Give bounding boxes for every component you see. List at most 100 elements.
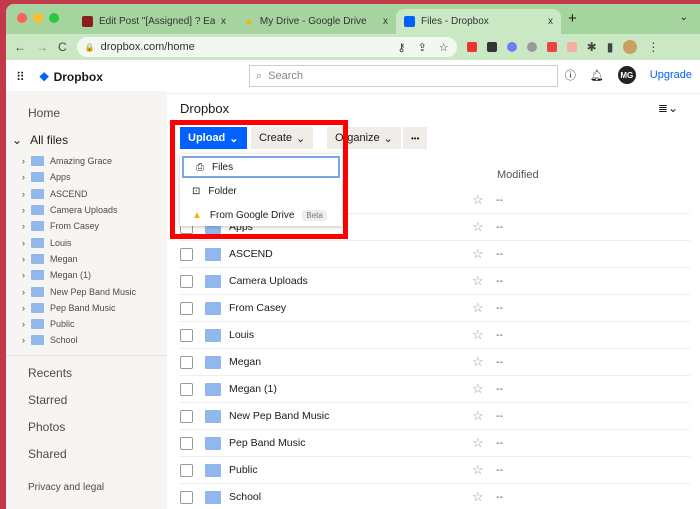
- tree-folder-item[interactable]: › Megan (1): [6, 267, 167, 283]
- privacy-link[interactable]: Privacy and legal: [6, 474, 167, 501]
- table-row[interactable]: Pep Band Music ☆ --: [180, 430, 690, 457]
- row-checkbox[interactable]: [180, 301, 193, 315]
- file-name[interactable]: Pep Band Music: [229, 437, 305, 449]
- file-name[interactable]: Louis: [229, 329, 254, 341]
- table-row[interactable]: New Pep Band Music ☆ --: [180, 403, 690, 430]
- bell-icon[interactable]: 🔔︎: [590, 69, 604, 82]
- reload-icon[interactable]: C: [58, 40, 67, 54]
- tree-folder-item[interactable]: › ASCEND: [6, 186, 167, 202]
- close-tab-icon[interactable]: x: [548, 16, 553, 27]
- tree-folder-item[interactable]: › Pep Band Music: [6, 300, 167, 316]
- file-name[interactable]: From Casey: [229, 302, 286, 314]
- star-icon[interactable]: ☆: [472, 408, 484, 424]
- table-row[interactable]: From Casey ☆ --: [180, 295, 690, 322]
- file-name[interactable]: School: [229, 491, 261, 503]
- tree-folder-item[interactable]: › Amazing Grace: [6, 153, 167, 169]
- view-options-icon[interactable]: ≣⌄: [658, 101, 678, 115]
- tab-google-drive[interactable]: ▲ My Drive - Google Drive x: [236, 9, 396, 34]
- bookmark-star-icon[interactable]: ☆: [439, 41, 449, 54]
- row-checkbox[interactable]: [180, 490, 193, 504]
- table-row[interactable]: Camera Uploads ☆ --: [180, 268, 690, 295]
- table-row[interactable]: Public ☆ --: [180, 457, 690, 484]
- tree-folder-item[interactable]: › School: [6, 332, 167, 348]
- sidebar-item-starred[interactable]: Starred: [6, 387, 167, 414]
- table-row[interactable]: ASCEND ☆ --: [180, 241, 690, 268]
- star-icon[interactable]: ☆: [472, 300, 484, 316]
- file-name[interactable]: Public: [229, 464, 258, 476]
- star-icon[interactable]: ☆: [472, 246, 484, 262]
- tree-folder-item[interactable]: › Louis: [6, 234, 167, 250]
- tree-folder-item[interactable]: › New Pep Band Music: [6, 283, 167, 299]
- row-checkbox[interactable]: [180, 328, 193, 342]
- minimize-window-button[interactable]: [33, 13, 43, 23]
- extension-icon[interactable]: [506, 42, 517, 52]
- search-input[interactable]: ⌕ Search: [249, 65, 558, 87]
- avatar[interactable]: MG: [617, 66, 636, 84]
- close-tab-icon[interactable]: x: [383, 16, 388, 27]
- tab-search-chevron-icon[interactable]: ⌄: [680, 12, 688, 23]
- maximize-window-button[interactable]: [49, 13, 59, 23]
- table-row[interactable]: Megan ☆ --: [180, 349, 690, 376]
- upgrade-link[interactable]: Upgrade: [650, 69, 692, 81]
- help-icon[interactable]: ⓘ: [565, 67, 576, 83]
- table-row[interactable]: Louis ☆ --: [180, 322, 690, 349]
- tree-folder-item[interactable]: › Camera Uploads: [6, 202, 167, 218]
- file-name[interactable]: Camera Uploads: [229, 275, 308, 287]
- new-tab-button[interactable]: +: [568, 10, 577, 27]
- tab-dropbox[interactable]: Files - Dropbox x: [396, 9, 561, 34]
- extension-icon[interactable]: [546, 42, 557, 52]
- more-button[interactable]: •••: [403, 127, 428, 149]
- star-icon[interactable]: ☆: [472, 435, 484, 451]
- close-window-button[interactable]: [17, 13, 27, 23]
- address-bar[interactable]: 🔒 dropbox.com/home ⚷ ⇪ ☆: [76, 37, 457, 57]
- row-checkbox[interactable]: [180, 274, 193, 288]
- sidebar-item-photos[interactable]: Photos: [6, 414, 167, 441]
- tree-folder-item[interactable]: › Apps: [6, 169, 167, 185]
- sidebar-item-all-files[interactable]: ⌄ All files: [6, 126, 167, 153]
- row-checkbox[interactable]: [180, 436, 193, 450]
- profile-avatar[interactable]: [623, 40, 638, 54]
- star-icon[interactable]: ☆: [472, 462, 484, 478]
- sidebar-item-recents[interactable]: Recents: [6, 360, 167, 387]
- back-icon[interactable]: ←: [14, 40, 26, 54]
- row-checkbox[interactable]: [180, 382, 193, 396]
- table-row[interactable]: School ☆ --: [180, 484, 690, 509]
- star-icon[interactable]: ☆: [472, 192, 484, 208]
- file-name[interactable]: Megan (1): [229, 383, 277, 395]
- row-checkbox[interactable]: [180, 355, 193, 369]
- key-icon[interactable]: ⚷: [398, 41, 406, 54]
- tree-folder-item[interactable]: › Public: [6, 316, 167, 332]
- extension-icon[interactable]: [566, 42, 577, 52]
- star-icon[interactable]: ☆: [472, 273, 484, 289]
- tab-edit-post[interactable]: Edit Post "[Assigned] ? Easy Wx: [74, 9, 234, 34]
- modified-column-header[interactable]: Modified: [497, 169, 539, 181]
- star-icon[interactable]: ☆: [472, 381, 484, 397]
- tree-folder-item[interactable]: › Megan: [6, 251, 167, 267]
- puzzle-icon[interactable]: ✱: [587, 40, 597, 54]
- star-icon[interactable]: ☆: [472, 354, 484, 370]
- close-tab-icon[interactable]: x: [221, 16, 226, 27]
- extension-icon[interactable]: [466, 42, 477, 52]
- table-row[interactable]: Megan (1) ☆ --: [180, 376, 690, 403]
- side-panel-icon[interactable]: ▮: [607, 40, 614, 54]
- star-icon[interactable]: ☆: [472, 327, 484, 343]
- extension-icon[interactable]: [486, 42, 497, 52]
- app-grid-icon[interactable]: ⠿: [16, 70, 25, 84]
- dropbox-logo[interactable]: ❖ Dropbox: [39, 70, 103, 84]
- row-checkbox[interactable]: [180, 247, 193, 261]
- menu-kebab-icon[interactable]: ⋮: [647, 40, 659, 54]
- sidebar-item-home[interactable]: Home: [6, 99, 167, 126]
- sidebar-item-shared[interactable]: Shared: [6, 441, 167, 468]
- forward-icon[interactable]: →: [36, 40, 48, 54]
- star-icon[interactable]: ☆: [472, 489, 484, 505]
- browser-window: Edit Post "[Assigned] ? Easy Wx ▲My Driv…: [6, 4, 700, 509]
- star-icon[interactable]: ☆: [472, 219, 484, 235]
- file-name[interactable]: ASCEND: [229, 248, 273, 260]
- tree-folder-item[interactable]: › From Casey: [6, 218, 167, 234]
- row-checkbox[interactable]: [180, 463, 193, 477]
- extension-icon[interactable]: [526, 42, 537, 52]
- file-name[interactable]: Megan: [229, 356, 261, 368]
- share-icon[interactable]: ⇪: [418, 41, 427, 54]
- row-checkbox[interactable]: [180, 409, 193, 423]
- file-name[interactable]: New Pep Band Music: [229, 410, 329, 422]
